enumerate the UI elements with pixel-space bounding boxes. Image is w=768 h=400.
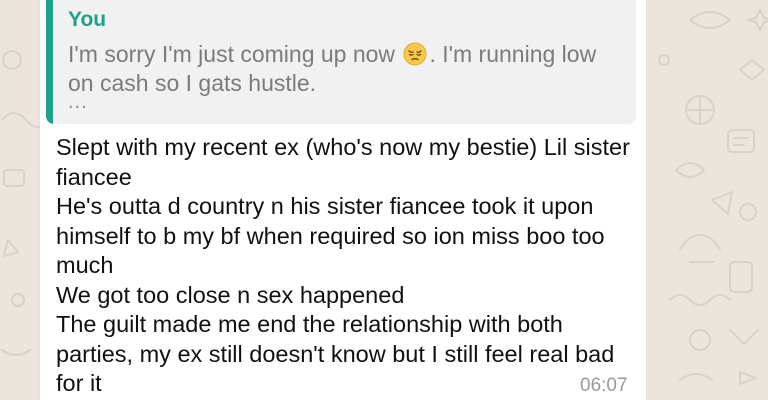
message-line: We got too close n sex happened (56, 281, 405, 308)
quote-ellipsis: ... (68, 91, 88, 113)
quote-author: You (68, 8, 107, 31)
quote-accent-bar (46, 0, 53, 124)
quote-text: I'm sorry I'm just coming up now . I'm r… (68, 40, 628, 98)
quote-text-part-1: I'm sorry I'm just coming up now (68, 41, 396, 67)
message-line: Slept with my recent ex (who's now my be… (56, 134, 630, 190)
message-text: Slept with my recent ex (who's now my be… (56, 133, 636, 399)
message-line: He's outta d country n his sister fiance… (56, 193, 605, 278)
quoted-reply[interactable]: You I'm sorry I'm just coming up now . I… (46, 0, 636, 124)
message-line: The guilt made me end the relationship w… (56, 311, 615, 396)
message-timestamp: 06:07 (580, 375, 628, 396)
message-bubble[interactable]: You I'm sorry I'm just coming up now . I… (40, 0, 646, 400)
pensive-face-emoji (403, 42, 427, 66)
